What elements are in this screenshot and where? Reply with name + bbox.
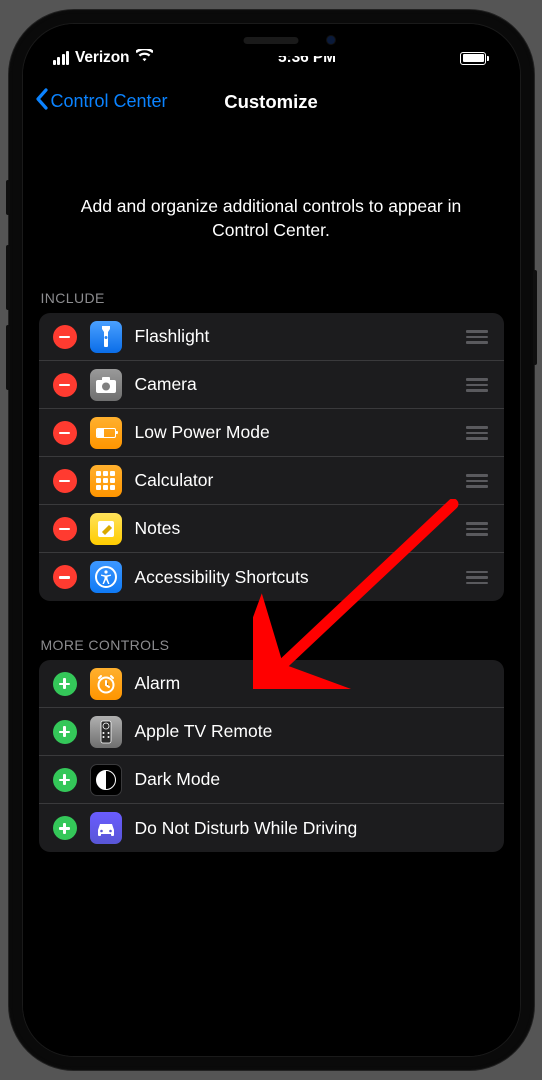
section-header-more: MORE CONTROLS xyxy=(23,629,520,660)
dark-mode-icon xyxy=(90,764,122,796)
phone-frame: Verizon 5:36 PM Control Center xyxy=(9,10,534,1070)
remove-button[interactable] xyxy=(53,517,77,541)
low-power-icon xyxy=(90,417,122,449)
add-button[interactable] xyxy=(53,816,77,840)
drag-handle-icon[interactable] xyxy=(462,372,492,398)
notes-icon xyxy=(90,513,122,545)
phone-screen-bezel: Verizon 5:36 PM Control Center xyxy=(22,23,521,1057)
more-list: Alarm Apple TV Remote xyxy=(39,660,504,852)
flashlight-icon xyxy=(90,321,122,353)
cellular-signal-icon xyxy=(53,51,70,65)
dnd-driving-icon xyxy=(90,812,122,844)
carrier-label: Verizon xyxy=(75,49,129,67)
volume-up-button xyxy=(6,245,10,310)
list-item[interactable]: Calculator xyxy=(39,457,504,505)
drag-handle-icon[interactable] xyxy=(462,516,492,542)
drag-handle-icon[interactable] xyxy=(462,420,492,446)
add-button[interactable] xyxy=(53,672,77,696)
list-item[interactable]: Dark Mode xyxy=(39,756,504,804)
speaker-grille xyxy=(244,37,299,44)
apple-tv-remote-icon xyxy=(90,716,122,748)
add-button[interactable] xyxy=(53,720,77,744)
row-label: Calculator xyxy=(135,470,462,491)
row-label: Flashlight xyxy=(135,326,462,347)
alarm-icon xyxy=(90,668,122,700)
row-label: Accessibility Shortcuts xyxy=(135,567,462,588)
mute-switch xyxy=(6,180,10,215)
status-left: Verizon xyxy=(53,49,154,67)
list-item[interactable]: Low Power Mode xyxy=(39,409,504,457)
notch xyxy=(166,24,376,56)
row-label: Camera xyxy=(135,374,462,395)
row-label: Do Not Disturb While Driving xyxy=(135,818,492,839)
accessibility-icon xyxy=(90,561,122,593)
page-title: Customize xyxy=(224,91,318,113)
volume-down-button xyxy=(6,325,10,390)
section-header-include: INCLUDE xyxy=(23,282,520,313)
drag-handle-icon[interactable] xyxy=(462,324,492,350)
wifi-icon xyxy=(136,49,153,67)
power-button xyxy=(533,270,537,365)
drag-handle-icon[interactable] xyxy=(462,468,492,494)
list-item[interactable]: Notes xyxy=(39,505,504,553)
chevron-left-icon xyxy=(35,88,49,115)
screen: Verizon 5:36 PM Control Center xyxy=(23,24,520,1056)
back-button[interactable]: Control Center xyxy=(35,88,168,115)
row-label: Notes xyxy=(135,518,462,539)
row-label: Low Power Mode xyxy=(135,422,462,443)
battery-icon xyxy=(460,52,489,65)
list-item[interactable]: Accessibility Shortcuts xyxy=(39,553,504,601)
description-text: Add and organize additional controls to … xyxy=(23,127,520,282)
front-camera xyxy=(326,35,336,45)
row-label: Alarm xyxy=(135,673,492,694)
list-item[interactable]: Alarm xyxy=(39,660,504,708)
list-item[interactable]: Apple TV Remote xyxy=(39,708,504,756)
calculator-icon xyxy=(90,465,122,497)
nav-bar: Control Center Customize xyxy=(23,74,520,127)
include-list: Flashlight Camera xyxy=(39,313,504,601)
list-item[interactable]: Do Not Disturb While Driving xyxy=(39,804,504,852)
add-button[interactable] xyxy=(53,768,77,792)
remove-button[interactable] xyxy=(53,373,77,397)
list-item[interactable]: Flashlight xyxy=(39,313,504,361)
row-label: Apple TV Remote xyxy=(135,721,492,742)
remove-button[interactable] xyxy=(53,565,77,589)
back-label: Control Center xyxy=(51,91,168,112)
content: Add and organize additional controls to … xyxy=(23,127,520,852)
list-item[interactable]: Camera xyxy=(39,361,504,409)
camera-icon xyxy=(90,369,122,401)
remove-button[interactable] xyxy=(53,325,77,349)
row-label: Dark Mode xyxy=(135,769,492,790)
remove-button[interactable] xyxy=(53,421,77,445)
remove-button[interactable] xyxy=(53,469,77,493)
drag-handle-icon[interactable] xyxy=(462,565,492,591)
